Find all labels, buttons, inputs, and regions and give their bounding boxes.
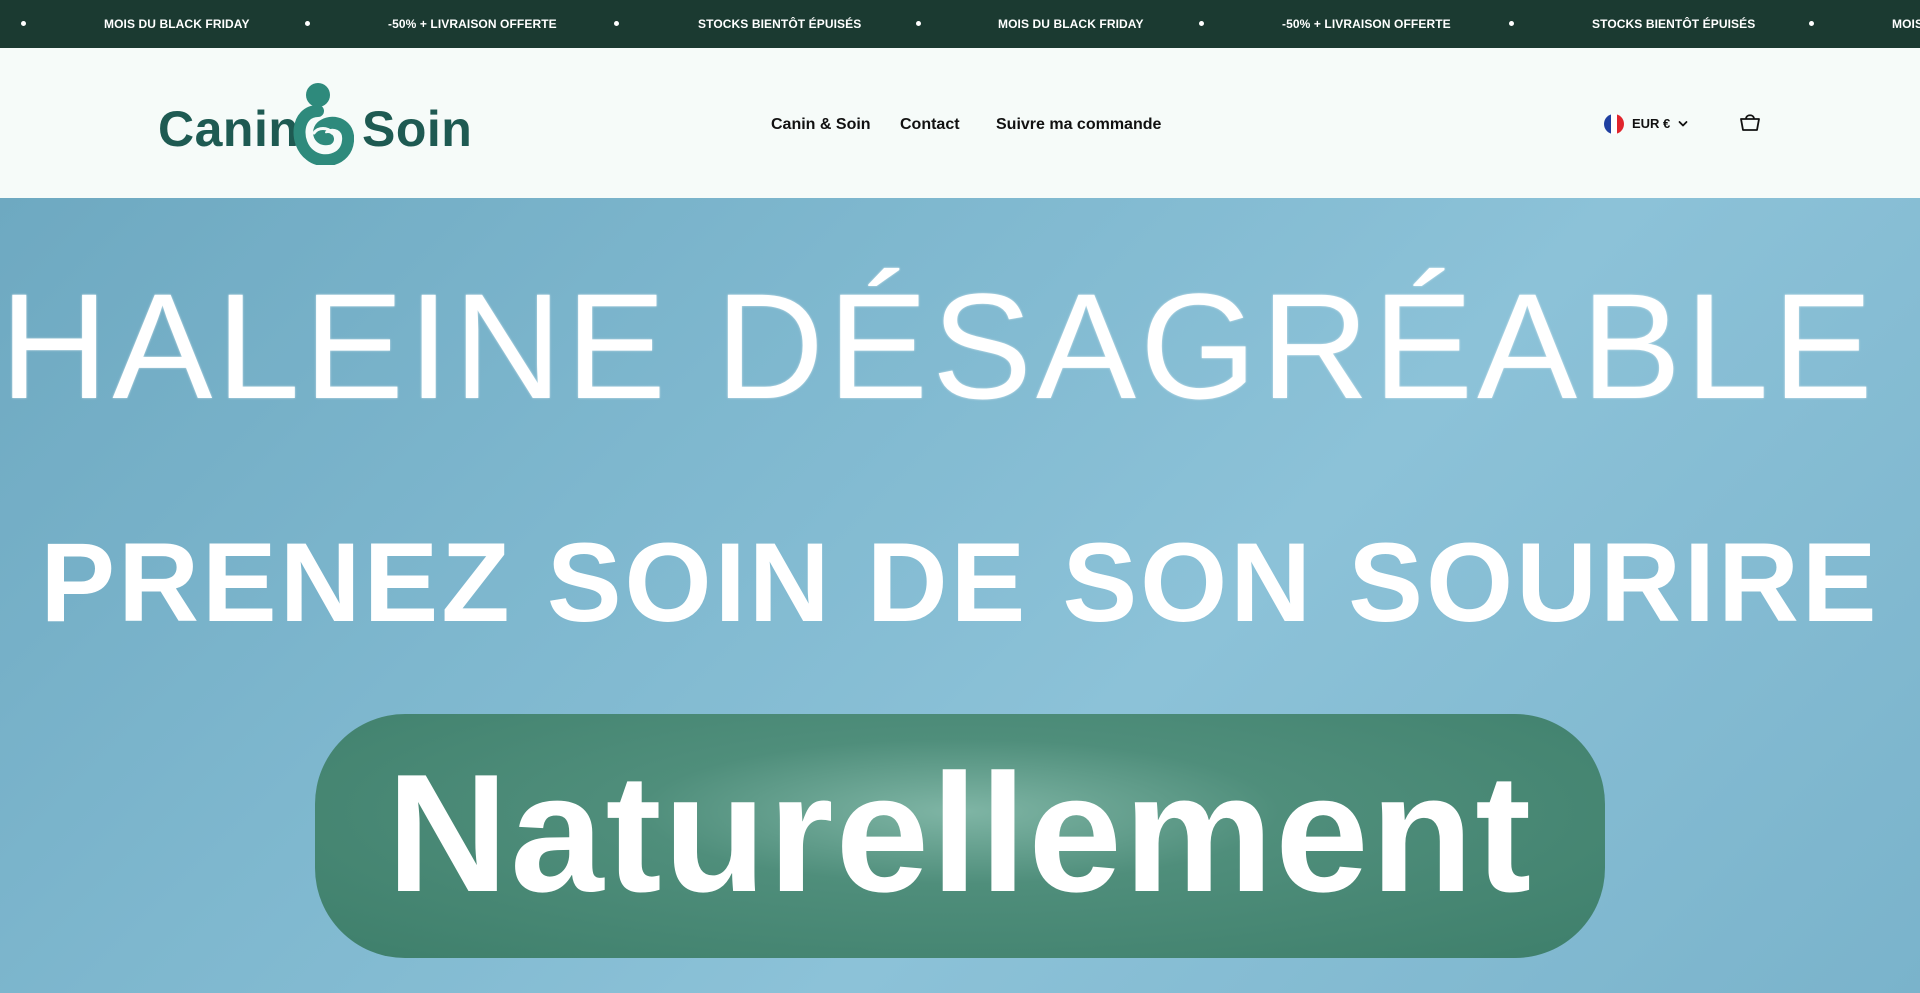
separator-dot (21, 21, 26, 26)
hero-banner[interactable]: HALEINE DÉSAGRÉABLE ? PRENEZ SOIN DE SON… (0, 198, 1920, 993)
announcement-item: -50% + LIVRAISON OFFERTE (388, 17, 557, 31)
separator-dot (1809, 21, 1814, 26)
hero-pill-text: Naturellement (386, 739, 1534, 927)
nav-item-canin-soin[interactable]: Canin & Soin (771, 113, 871, 137)
announcement-item: STOCKS BIENTÔT ÉPUISÉS (1592, 17, 1756, 31)
site-header: Canin Soin Canin & Soin Contact Suivre m… (0, 48, 1920, 198)
announcement-item: MOIS (1892, 17, 1920, 31)
separator-dot (614, 21, 619, 26)
separator-dot (1509, 21, 1514, 26)
dog-heart-logo-icon (293, 83, 354, 165)
basket-icon[interactable] (1738, 110, 1762, 134)
nav-item-contact[interactable]: Contact (900, 113, 960, 137)
currency-label: EUR € (1632, 116, 1671, 131)
announcement-item: MOIS DU BLACK FRIDAY (104, 17, 250, 31)
separator-dot (1199, 21, 1204, 26)
chevron-down-icon (1678, 121, 1688, 127)
logo-text-canin: Canin (158, 101, 300, 157)
hero-headline: HALEINE DÉSAGRÉABLE ? (0, 262, 1920, 430)
announcement-item: -50% + LIVRAISON OFFERTE (1282, 17, 1451, 31)
nav-item-suivre-commande[interactable]: Suivre ma commande (996, 113, 1161, 137)
hero-subheadline: PRENEZ SOIN DE SON SOURIRE (40, 520, 1880, 645)
logo-text-soin: Soin (362, 101, 473, 157)
announcement-item: STOCKS BIENTÔT ÉPUISÉS (698, 17, 862, 31)
separator-dot (305, 21, 310, 26)
separator-dot (916, 21, 921, 26)
announcement-item: MOIS DU BLACK FRIDAY (998, 17, 1144, 31)
announcement-bar: MOIS DU BLACK FRIDAY -50% + LIVRAISON OF… (0, 0, 1920, 48)
france-flag-icon (1604, 114, 1624, 134)
site-logo[interactable]: Canin Soin (158, 81, 472, 167)
